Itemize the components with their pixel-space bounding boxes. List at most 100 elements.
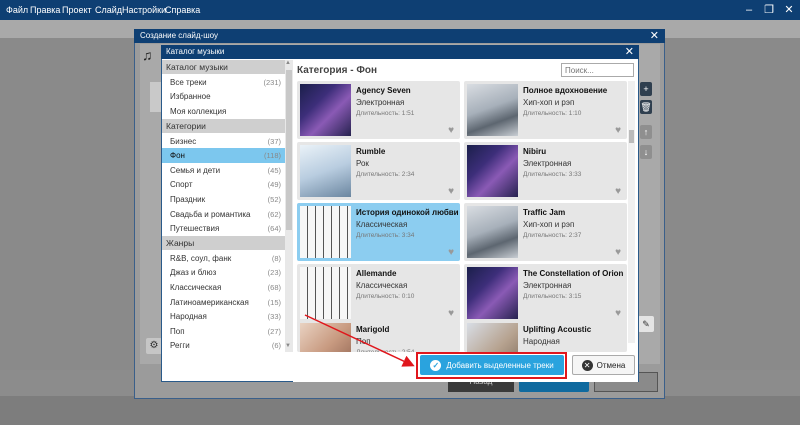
track-card[interactable]: Allemande Классическая Длительность: 0:10 ♥ (297, 264, 460, 322)
category-item[interactable]: Моя коллекция (162, 104, 285, 119)
category-item[interactable]: Поп (27) (162, 324, 285, 339)
category-item[interactable]: Джаз и блюз (23) (162, 266, 285, 281)
cancel-button[interactable]: ✕ Отмена (572, 355, 635, 375)
category-item[interactable]: Путешествия (64) (162, 221, 285, 236)
track-thumbnail (300, 323, 351, 352)
favorite-heart-icon[interactable]: ♥ (448, 308, 454, 319)
track-thumbnail (467, 323, 518, 352)
minimize-icon[interactable]: – (741, 3, 757, 17)
track-card[interactable]: Полное вдохновение Хип-хоп и рэп Длительно… (464, 81, 627, 139)
scroll-up-icon[interactable]: ▲ (285, 60, 291, 66)
cancel-x-icon: ✕ (581, 359, 593, 371)
track-name: Nibiru (523, 147, 547, 156)
track-duration: Длительность: 3:34 (356, 232, 415, 239)
track-thumbnail (467, 267, 518, 319)
track-genre: Электронная (523, 281, 572, 290)
favorite-heart-icon[interactable]: ♥ (615, 186, 621, 197)
category-item[interactable]: Классическая (68) (162, 280, 285, 295)
track-card[interactable]: Agency Seven Электронная Длительность: 1:5… (297, 81, 460, 139)
gear-icon[interactable]: ⚙ (146, 338, 162, 354)
category-item-label: Путешествия (170, 224, 220, 234)
track-genre: Народная (523, 337, 560, 346)
close-icon[interactable]: ✕ (625, 45, 634, 59)
category-panel: Каталог музыки Все треки (231) Избранное Моя… (162, 60, 285, 352)
track-genre: Классическая (356, 220, 408, 229)
menu-help[interactable]: Справка (165, 5, 200, 15)
track-thumbnail (467, 206, 518, 258)
category-item[interactable]: Бизнес (37) (162, 134, 285, 149)
category-item[interactable]: Семья и дети (45) (162, 163, 285, 178)
track-grid-scrollbar[interactable] (628, 81, 635, 343)
add-track-icon[interactable]: + (640, 82, 652, 96)
menu-edit[interactable]: Правка (30, 5, 60, 15)
track-name: История одинокой любви (356, 208, 459, 217)
menu-settings[interactable]: Настройки (122, 5, 166, 15)
slideshow-dialog-titlebar: Создание слайд-шоу ✕ (134, 29, 665, 43)
music-note-icon: ♫ (142, 47, 153, 63)
favorite-heart-icon[interactable]: ♥ (615, 247, 621, 258)
track-genre: Поп (356, 337, 371, 346)
category-item[interactable]: Спорт (49) (162, 178, 285, 193)
favorite-heart-icon[interactable]: ♥ (615, 308, 621, 319)
edit-icon[interactable]: ✎ (638, 316, 654, 332)
track-duration: Длительность: 0:10 (356, 293, 415, 300)
track-genre: Хип-хоп и рэп (523, 220, 575, 229)
category-item[interactable]: Праздник (52) (162, 192, 285, 207)
track-card[interactable]: История одинокой любви Классическая Длител… (297, 203, 460, 261)
track-duration: Длительность: 2:34 (356, 171, 415, 178)
track-card[interactable]: The Constellation of Orion Электронная Дли… (464, 264, 627, 322)
favorite-heart-icon[interactable]: ♥ (615, 125, 621, 136)
menu-slide[interactable]: Слайд (95, 5, 122, 15)
menu-project[interactable]: Проект (62, 5, 92, 15)
category-item[interactable]: R&B, соул, фанк (8) (162, 251, 285, 266)
category-item[interactable]: Латиноамериканская (15) (162, 295, 285, 310)
favorite-heart-icon[interactable]: ♥ (448, 125, 454, 136)
track-card[interactable]: Uplifting Acoustic Народная (464, 320, 627, 352)
track-card[interactable]: Rumble Рок Длительность: 2:34 ♥ (297, 142, 460, 200)
move-down-icon[interactable]: ↓ (640, 145, 652, 159)
category-item-label: R&B, соул, фанк (170, 253, 232, 263)
track-card[interactable]: MarigoldПопДлительность: 2:54 (297, 320, 460, 352)
close-icon[interactable]: ✕ (781, 3, 797, 17)
highlight-box (416, 352, 567, 379)
category-item[interactable]: Фон (118) (162, 148, 285, 163)
category-item-label: Праздник (170, 194, 206, 204)
category-heading: Категория - Фон (297, 65, 378, 76)
maximize-icon[interactable]: ❐ (761, 3, 777, 17)
category-item-count: (23) (267, 268, 281, 278)
category-item[interactable]: Избранное (162, 90, 285, 105)
track-duration: Длительность: 3:15 (523, 293, 582, 300)
category-item-label: Джаз и блюз (170, 268, 217, 278)
move-up-icon[interactable]: ↑ (640, 125, 652, 139)
track-name: Rumble (356, 147, 386, 156)
cancel-label: Отмена (596, 360, 626, 370)
track-card[interactable]: Nibiru Электронная Длительность: 3:33 ♥ (464, 142, 627, 200)
category-item[interactable]: Все треки (231) (162, 75, 285, 90)
slideshow-close-icon[interactable]: ✕ (650, 29, 659, 43)
category-item-label: Спорт (170, 180, 193, 190)
category-item-count: (45) (267, 165, 281, 175)
category-item[interactable]: Регги (6) (162, 339, 285, 353)
category-scrollbar-thumb[interactable] (286, 70, 292, 230)
track-thumbnail (300, 206, 351, 258)
category-item[interactable]: Свадьба и романтика (62) (162, 207, 285, 222)
slideshow-dialog-title: Создание слайд-шоу (140, 31, 218, 40)
category-item[interactable]: Народная (33) (162, 309, 285, 324)
track-genre: Электронная (523, 159, 572, 168)
track-name: Agency Seven (356, 86, 411, 95)
favorite-heart-icon[interactable]: ♥ (448, 186, 454, 197)
app-titlebar: Файл Правка Проект Слайд Настройки Справ… (0, 0, 800, 20)
category-item-count: (231) (263, 77, 281, 87)
category-item-count: (8) (271, 253, 281, 263)
track-grid-scrollbar-thumb[interactable] (629, 130, 634, 143)
favorite-heart-icon[interactable]: ♥ (448, 247, 454, 258)
scroll-down-icon[interactable]: ▼ (285, 343, 291, 349)
category-item-count: (49) (267, 180, 281, 190)
track-thumbnail (300, 84, 351, 136)
track-genre: Классическая (356, 281, 408, 290)
menu-file[interactable]: Файл (6, 5, 28, 15)
search-input[interactable] (561, 63, 634, 77)
category-item-count: (27) (267, 326, 281, 336)
track-card[interactable]: Traffic Jam Хип-хоп и рэп Длительность: 2:… (464, 203, 627, 261)
delete-track-icon[interactable]: 🗑 (640, 100, 652, 114)
